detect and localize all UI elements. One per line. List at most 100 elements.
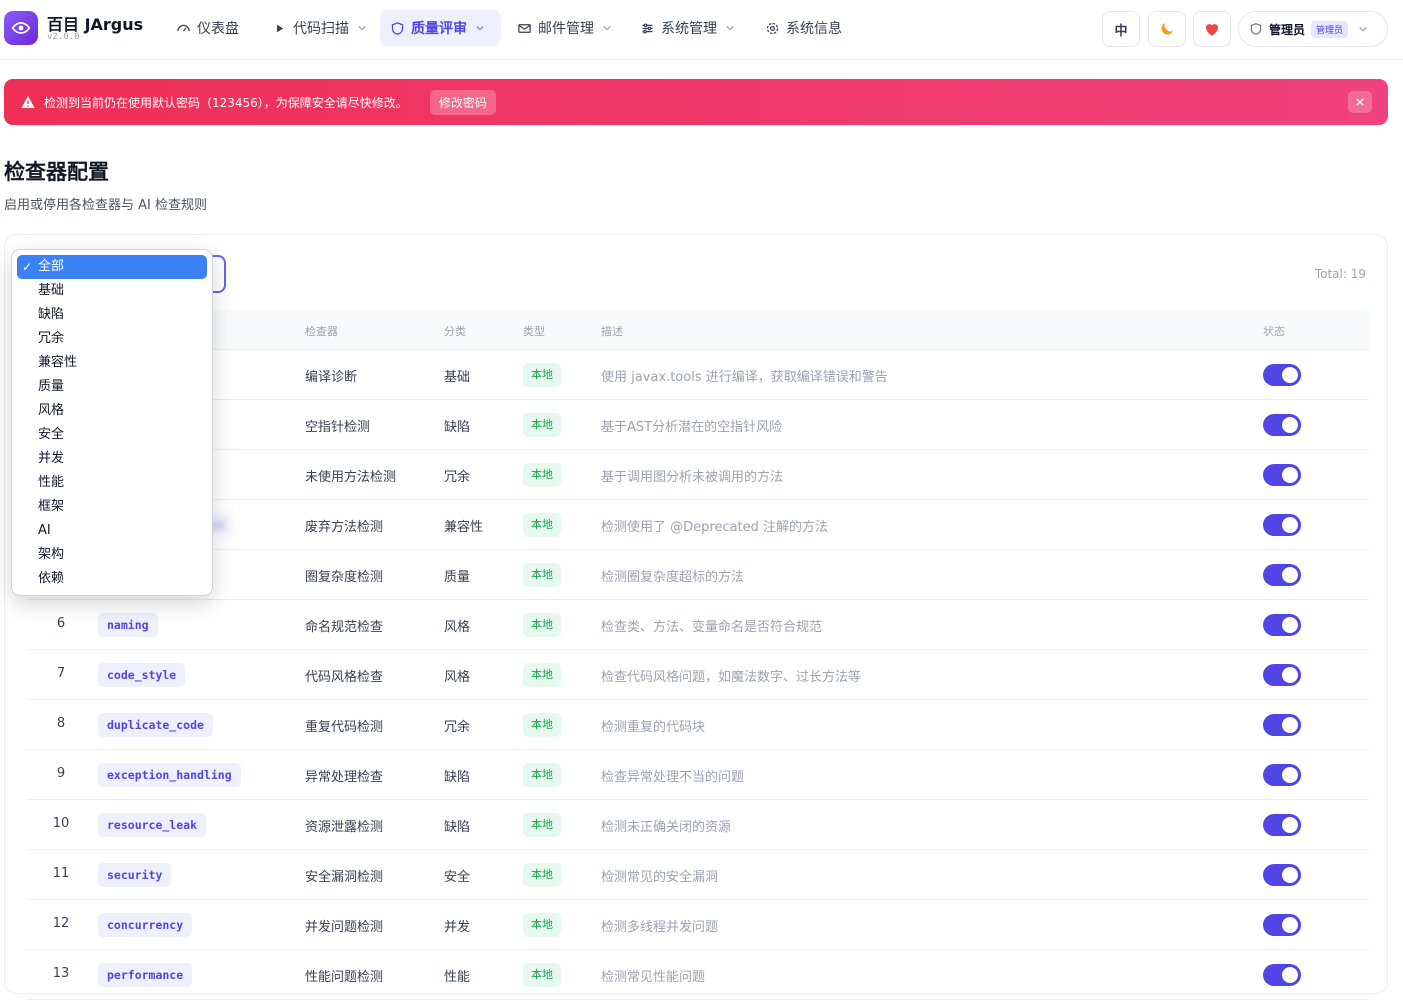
- table-row: 6 naming 命名规范检查 风格 本地 检查类、方法、变量命名是否符合规范: [26, 600, 1369, 650]
- user-menu-button[interactable]: 管理员 管理员: [1238, 11, 1388, 47]
- checker-name: 废弃方法检测: [305, 520, 384, 535]
- checker-enabled-toggle[interactable]: [1263, 914, 1301, 936]
- filter-option-label: 风格: [38, 403, 65, 418]
- checker-type-badge: 本地: [523, 563, 561, 587]
- checker-type-badge: 本地: [523, 513, 561, 537]
- filter-option[interactable]: 质量: [17, 375, 207, 399]
- filter-option[interactable]: 冗余: [17, 327, 207, 351]
- nav-system-info[interactable]: 系统信息: [755, 10, 852, 46]
- nav-mail[interactable]: 邮件管理: [507, 10, 622, 46]
- filter-option-label: 并发: [38, 451, 65, 466]
- checker-enabled-toggle[interactable]: [1263, 714, 1301, 736]
- checker-enabled-toggle[interactable]: [1263, 514, 1301, 536]
- checker-description: 检测圈复杂度超标的方法: [601, 570, 745, 585]
- filter-option-label: 架构: [38, 547, 65, 562]
- filter-option[interactable]: 基础: [17, 279, 207, 303]
- nav-quality-review[interactable]: 质量评审: [380, 10, 501, 46]
- alert-message: 检测到当前仍在使用默认密码（123456），为保障安全请尽快修改。: [44, 95, 408, 110]
- checker-enabled-toggle[interactable]: [1263, 364, 1301, 386]
- col-header-type: 类型: [523, 325, 545, 338]
- filter-option[interactable]: AI: [17, 519, 207, 543]
- checker-enabled-toggle[interactable]: [1263, 464, 1301, 486]
- checker-type-badge: 本地: [523, 963, 561, 987]
- top-navbar: 百目 JArgus v2.0.0 仪表盘 代码扫描 质量评审 邮件管理 系统管理…: [0, 0, 1403, 60]
- checker-key: concurrency: [98, 913, 193, 937]
- filter-option-label: 全部: [38, 259, 65, 274]
- checker-enabled-toggle[interactable]: [1263, 614, 1301, 636]
- category-filter-dropdown: ✓ 全部 基础 缺陷 冗余兼容性质量风格安全并发性能 框架 AI 架构依赖: [11, 249, 213, 596]
- filter-option[interactable]: 风格: [17, 399, 207, 423]
- col-header-category: 分类: [444, 325, 466, 338]
- change-password-button[interactable]: 修改密码: [429, 89, 496, 115]
- checker-enabled-toggle[interactable]: [1263, 664, 1301, 686]
- table-row: 10 resource_leak 资源泄露检测 缺陷 本地 检测未正确关闭的资源: [26, 800, 1369, 850]
- favorite-button[interactable]: [1193, 11, 1231, 47]
- table-row: 7 code_style 代码风格检查 风格 本地 检查代码风格问题，如魔法数字、过长方法…: [26, 650, 1369, 700]
- sliders-icon: [642, 23, 653, 33]
- checker-enabled-toggle[interactable]: [1263, 564, 1301, 586]
- filter-option[interactable]: 依赖: [17, 567, 207, 591]
- moon-icon: [1161, 23, 1173, 35]
- checker-description: 检查代码风格问题，如魔法数字、过长方法等: [601, 670, 862, 685]
- col-header-name: 检查器: [305, 325, 338, 338]
- language-button[interactable]: 中: [1102, 11, 1140, 47]
- checker-description: 使用 javax.tools 进行编译，获取编译错误和警告: [601, 370, 888, 385]
- checker-type-badge: 本地: [523, 863, 561, 887]
- theme-toggle-button[interactable]: [1148, 11, 1186, 47]
- checker-key: code_style: [98, 663, 186, 687]
- checker-description: 检测多线程并发问题: [601, 920, 719, 935]
- page-title: 检查器配置: [4, 160, 109, 184]
- nav-dashboard-label: 仪表盘: [197, 21, 239, 37]
- filter-option[interactable]: 安全: [17, 423, 207, 447]
- checker-enabled-toggle[interactable]: [1263, 814, 1301, 836]
- checker-enabled-toggle[interactable]: [1263, 964, 1301, 986]
- nav-dashboard[interactable]: 仪表盘: [166, 10, 249, 46]
- filter-option-label: 兼容性: [38, 355, 78, 370]
- filter-option[interactable]: 架构: [17, 543, 207, 567]
- checker-name: 异常处理检查: [305, 770, 384, 785]
- chevron-down-icon: [603, 25, 611, 31]
- checker-category: 缺陷: [444, 770, 471, 785]
- checker-category: 质量: [444, 570, 471, 585]
- nav-quality-review-label: 质量评审: [411, 21, 467, 37]
- checker-key: performance: [98, 963, 193, 987]
- checker-category: 缺陷: [444, 820, 471, 835]
- row-index: 13: [52, 966, 70, 981]
- chevron-down-icon: [1359, 26, 1367, 32]
- filter-option[interactable]: 兼容性: [17, 351, 207, 375]
- table-row: 13 performance 性能问题检测 性能 本地 检测常见性能问题: [26, 950, 1369, 1000]
- gear-icon: [766, 22, 779, 34]
- checker-enabled-toggle[interactable]: [1263, 414, 1301, 436]
- checker-category: 安全: [444, 870, 471, 885]
- table-row: 4deprecated_method废弃方法检测兼容性本地检测使用了 @Depr…: [26, 500, 1369, 550]
- filter-option[interactable]: 缺陷: [17, 303, 207, 327]
- checker-description: 基于调用图分析未被调用的方法: [601, 470, 784, 485]
- nav-system-info-label: 系统信息: [786, 21, 842, 37]
- table-row: 9 exception_handling 异常处理检查 缺陷 本地 检查异常处理不当的问题: [26, 750, 1369, 800]
- filter-option[interactable]: ✓ 全部: [17, 255, 207, 279]
- nav-code-scan[interactable]: 代码扫描: [262, 10, 377, 46]
- table-row: 3unused_method未使用方法检测冗余本地基于调用图分析未被调用的方法: [26, 450, 1369, 500]
- checker-enabled-toggle[interactable]: [1263, 764, 1301, 786]
- table-row: 11 security 安全漏洞检测 安全 本地 检测常见的安全漏洞: [26, 850, 1369, 900]
- filter-option[interactable]: 性能: [17, 471, 207, 495]
- filter-option[interactable]: 并发: [17, 447, 207, 471]
- play-icon: [277, 24, 284, 32]
- heart-icon: [1206, 24, 1218, 36]
- filter-option-label: 安全: [38, 427, 65, 442]
- checker-table-body: 1compilation编译诊断基础本地使用 javax.tools 进行编译，…: [26, 350, 1369, 1000]
- filter-option-label: 依赖: [38, 571, 65, 586]
- mail-icon: [518, 23, 531, 33]
- nav-system-admin[interactable]: 系统管理: [630, 10, 745, 46]
- alert-close-button[interactable]: [1348, 91, 1372, 113]
- checker-name: 并发问题检测: [305, 920, 384, 935]
- app-logo[interactable]: [4, 11, 38, 45]
- checker-description: 检测重复的代码块: [601, 720, 706, 735]
- row-index: 9: [56, 766, 66, 781]
- checker-key: resource_leak: [98, 813, 207, 837]
- filter-option[interactable]: 框架: [17, 495, 207, 519]
- checker-category: 兼容性: [444, 520, 484, 535]
- nav-system-admin-label: 系统管理: [661, 21, 717, 37]
- checker-enabled-toggle[interactable]: [1263, 864, 1301, 886]
- default-password-alert: 检测到当前仍在使用默认密码（123456），为保障安全请尽快修改。 修改密码: [4, 79, 1388, 125]
